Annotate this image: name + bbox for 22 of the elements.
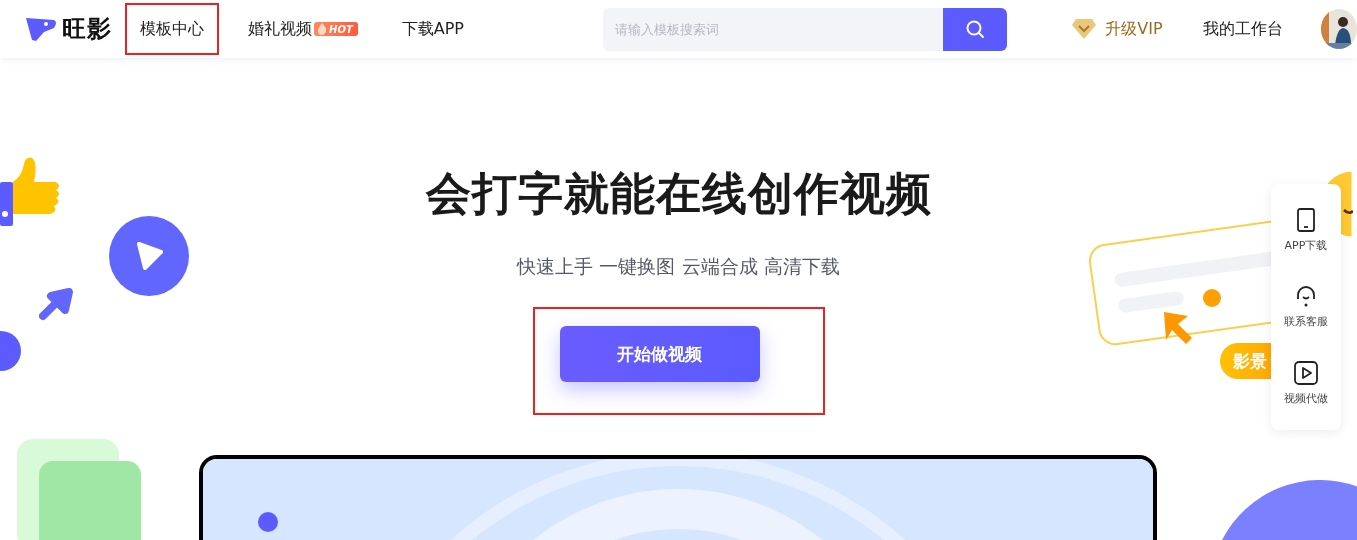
play-icon [1294,361,1318,386]
nav-link[interactable]: 模板中心 [125,3,220,55]
logo-icon [24,16,58,42]
nav-link[interactable]: 婚礼视频 HOT [233,3,373,55]
hero-title: 会打字就能在线创作视频 [425,166,932,222]
side-link[interactable]: 视频代做 [1284,391,1328,407]
logo-text: 旺影 [62,14,112,45]
play-circle-icon [109,216,189,296]
side-link[interactable]: APP下载 [1284,237,1328,253]
start-button[interactable]: 开始做视频 [559,326,760,382]
vip-link[interactable]: 升级VIP [1071,18,1163,40]
hero-subtitle: 快速上手 一键换图 云端合成 高清下载 [517,254,840,279]
avatar[interactable] [1320,9,1357,49]
search-icon [965,19,986,39]
nav-link[interactable]: 下载APP [386,3,479,55]
phone-icon [1296,207,1316,232]
side-link[interactable]: 联系客服 [1284,314,1328,330]
headset-icon [1294,284,1318,309]
diamond-icon [1071,18,1098,40]
search-button[interactable] [943,7,1008,51]
hot-badge: HOT [314,22,358,36]
workspace-link[interactable]: 我的工作台 [1202,18,1283,40]
